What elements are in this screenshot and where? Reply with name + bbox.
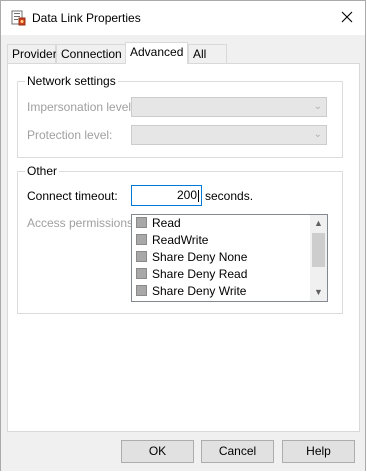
dialog-window: Data Link Properties Provider Connection… <box>0 0 366 471</box>
close-icon <box>341 11 353 26</box>
checkbox-icon[interactable] <box>136 234 147 246</box>
advanced-panel: Network settings Impersonation level: ⌄ … <box>7 63 360 432</box>
access-permissions-label: Access permissions: <box>27 216 137 230</box>
connect-timeout-label: Connect timeout: <box>27 189 118 203</box>
permission-item-read[interactable]: Read <box>136 215 181 232</box>
seconds-label: seconds. <box>205 189 254 203</box>
checkbox-icon[interactable] <box>136 268 147 280</box>
ok-button[interactable]: OK <box>121 440 194 463</box>
text-caret <box>198 189 199 202</box>
permission-item-share-deny-none[interactable]: Share Deny None <box>136 249 247 266</box>
window-title: Data Link Properties <box>32 11 141 25</box>
impersonation-level-select[interactable]: ⌄ <box>131 97 327 117</box>
impersonation-level-label: Impersonation level: <box>27 100 135 114</box>
help-button[interactable]: Help <box>282 440 355 463</box>
scroll-up-icon[interactable]: ▲ <box>310 215 327 232</box>
data-link-icon <box>10 10 26 26</box>
network-settings-group: Network settings Impersonation level: ⌄ … <box>17 74 343 158</box>
permission-item-share-deny-write[interactable]: Share Deny Write <box>136 283 246 300</box>
cancel-button[interactable]: Cancel <box>201 440 274 463</box>
connect-timeout-input[interactable]: 200 <box>131 185 202 206</box>
scroll-thumb[interactable] <box>312 233 325 267</box>
checkbox-icon[interactable] <box>136 217 147 229</box>
scroll-down-icon[interactable]: ▼ <box>310 284 327 301</box>
protection-level-select[interactable]: ⌄ <box>131 125 327 145</box>
checkbox-icon[interactable] <box>136 285 147 297</box>
dialog-client: Provider Connection Advanced All Network… <box>1 35 365 471</box>
other-group: Other Connect timeout: 200 seconds. Acce… <box>17 164 343 314</box>
access-permissions-list[interactable]: Read ReadWrite Share Deny None Share Den… <box>131 214 328 302</box>
close-button[interactable] <box>333 6 361 30</box>
permission-item-share-deny-read[interactable]: Share Deny Read <box>136 266 247 283</box>
tab-advanced[interactable]: Advanced <box>125 42 188 64</box>
other-label: Other <box>25 164 60 178</box>
list-scrollbar[interactable]: ▲ ▼ <box>310 215 327 301</box>
tab-provider[interactable]: Provider <box>7 44 57 63</box>
chevron-down-icon: ⌄ <box>313 101 322 112</box>
tab-all[interactable]: All <box>188 44 227 63</box>
chevron-down-icon: ⌄ <box>313 129 322 140</box>
title-bar: Data Link Properties <box>1 1 365 35</box>
tab-connection[interactable]: Connection <box>56 44 126 63</box>
network-settings-label: Network settings <box>25 74 118 88</box>
permission-item-readwrite[interactable]: ReadWrite <box>136 232 208 249</box>
protection-level-label: Protection level: <box>27 128 113 142</box>
checkbox-icon[interactable] <box>136 251 147 263</box>
